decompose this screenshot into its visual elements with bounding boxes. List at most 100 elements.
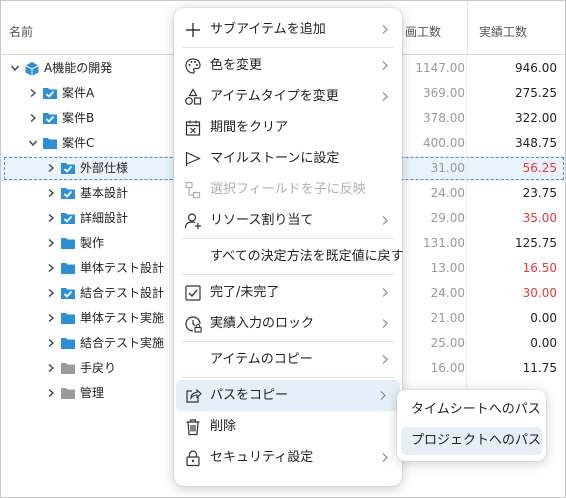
plan-hours-cell[interactable]: 131.00 <box>401 231 465 256</box>
actual-hours-cell[interactable]: 30.00 <box>469 281 557 306</box>
menu-item-assign-resource[interactable]: リソース割り当て <box>174 205 402 236</box>
expand-toggle-icon[interactable] <box>45 212 57 224</box>
menu-item-add-subitem[interactable]: サブアイテムを追加 <box>174 14 402 45</box>
menu-item-security-settings[interactable]: セキュリティ設定 <box>174 442 402 473</box>
row-label: 詳細設計 <box>80 211 129 225</box>
plan-hours-cell[interactable]: 378.00 <box>401 106 465 131</box>
column-header-actual[interactable]: 実績工数 <box>479 1 527 55</box>
actual-hours-cell[interactable]: 35.00 <box>469 206 557 231</box>
menu-item-copy-path[interactable]: パスをコピー <box>176 380 400 411</box>
plan-hours-cell[interactable]: 24.00 <box>401 181 465 206</box>
row-label: 案件B <box>62 111 95 125</box>
copy-path-submenu: タイムシートへのパス プロジェクトへのパス <box>397 390 546 461</box>
menu-item-lock-actual-input[interactable]: 実績入力のロック <box>174 308 402 339</box>
menu-separator <box>182 377 394 378</box>
plus-icon <box>184 21 202 39</box>
clock-lock-icon <box>184 315 202 333</box>
gray-folder-icon <box>60 361 76 375</box>
row-label: 単体テスト実施 <box>80 311 165 325</box>
menu-item-label: アイテムのコピー <box>210 352 313 367</box>
menu-item-copy-item[interactable]: アイテムのコピー <box>174 344 402 375</box>
actual-hours-cell[interactable]: 56.25 <box>469 156 557 181</box>
checked-folder-icon <box>60 161 76 175</box>
submenu-arrow-icon <box>380 215 390 226</box>
expand-toggle-icon[interactable] <box>27 87 39 99</box>
menu-item-label: 実績入力のロック <box>210 316 315 331</box>
expand-toggle-icon[interactable] <box>45 237 57 249</box>
submenu-item-project-path[interactable]: プロジェクトへのパス <box>401 427 542 455</box>
hierarchy-icon <box>184 181 202 199</box>
menu-item-label: 削除 <box>210 419 237 434</box>
cell-divider <box>466 181 467 206</box>
checked-folder-icon <box>60 211 76 225</box>
row-label: 結合テスト実施 <box>80 336 165 350</box>
add-person-icon <box>184 212 202 230</box>
cell-divider <box>466 231 467 256</box>
folder-icon <box>60 336 76 350</box>
cell-divider <box>466 131 467 156</box>
row-label: 案件C <box>62 136 95 150</box>
submenu-arrow-icon <box>380 354 390 365</box>
actual-hours-cell[interactable]: 125.75 <box>469 231 557 256</box>
row-label: 管理 <box>80 386 105 400</box>
actual-hours-cell[interactable]: 946.00 <box>469 56 557 81</box>
menu-item-label: パスをコピー <box>210 388 289 403</box>
submenu-arrow-icon <box>380 24 390 35</box>
expand-toggle-icon[interactable] <box>45 312 57 324</box>
flag-icon <box>184 150 202 168</box>
menu-item-set-milestone[interactable]: マイルストーンに設定 <box>174 143 402 174</box>
plan-hours-cell[interactable]: 29.00 <box>401 206 465 231</box>
column-header-name[interactable]: 名前 <box>9 1 33 55</box>
actual-hours-cell[interactable]: 0.00 <box>469 306 557 331</box>
plan-hours-cell[interactable]: 25.00 <box>401 331 465 356</box>
expand-toggle-icon[interactable] <box>45 362 57 374</box>
submenu-item-timesheet-path[interactable]: タイムシートへのパス <box>401 396 542 424</box>
row-label: 結合テスト設計 <box>80 286 165 300</box>
plan-hours-cell[interactable]: 16.00 <box>401 356 465 381</box>
submenu-arrow-icon <box>380 452 390 463</box>
column-divider[interactable] <box>467 1 468 55</box>
plan-hours-cell[interactable]: 400.00 <box>401 131 465 156</box>
column-header-plan[interactable]: 画工数 <box>405 1 465 55</box>
actual-hours-cell[interactable]: 322.00 <box>469 106 557 131</box>
plan-hours-cell[interactable]: 21.00 <box>401 306 465 331</box>
plan-hours-cell[interactable]: 13.00 <box>401 256 465 281</box>
menu-item-label: マイルストーンに設定 <box>210 151 340 166</box>
menu-item-change-item-type[interactable]: アイテムタイプを変更 <box>174 81 402 112</box>
menu-item-apply-field-to-children: 選択フィールドを子に反映 <box>174 174 402 205</box>
cell-divider <box>466 156 467 181</box>
menu-separator <box>182 238 394 239</box>
row-label: 案件A <box>62 86 95 100</box>
menu-item-clear-period[interactable]: 期間をクリア <box>174 112 402 143</box>
menu-item-change-color[interactable]: 色を変更 <box>174 50 402 81</box>
expand-toggle-icon[interactable] <box>45 337 57 349</box>
actual-hours-cell[interactable]: 11.75 <box>469 356 557 381</box>
expand-toggle-icon[interactable] <box>45 162 57 174</box>
actual-hours-cell[interactable]: 275.25 <box>469 81 557 106</box>
submenu-arrow-icon <box>380 318 390 329</box>
cell-divider <box>466 81 467 106</box>
menu-item-toggle-complete[interactable]: 完了/未完了 <box>174 277 402 308</box>
actual-hours-cell[interactable]: 23.75 <box>469 181 557 206</box>
menu-item-label: 色を変更 <box>210 58 263 73</box>
expand-toggle-icon[interactable] <box>45 187 57 199</box>
expand-toggle-icon[interactable] <box>27 112 39 124</box>
row-label: 手戻り <box>80 361 117 375</box>
actual-hours-cell[interactable]: 16.50 <box>469 256 557 281</box>
collapse-toggle-icon[interactable] <box>27 137 39 149</box>
menu-item-delete[interactable]: 削除 <box>174 411 402 442</box>
expand-toggle-icon[interactable] <box>45 387 57 399</box>
row-label: 基本設計 <box>80 186 129 200</box>
plan-hours-cell[interactable]: 369.00 <box>401 81 465 106</box>
plan-hours-cell[interactable]: 24.00 <box>401 281 465 306</box>
expand-toggle-icon[interactable] <box>45 287 57 299</box>
actual-hours-cell[interactable]: 348.75 <box>469 131 557 156</box>
expand-toggle-icon[interactable] <box>45 262 57 274</box>
actual-hours-cell[interactable]: 0.00 <box>469 331 557 356</box>
collapse-toggle-icon[interactable] <box>9 62 21 74</box>
plan-hours-cell[interactable]: 31.00 <box>401 156 465 181</box>
menu-item-label: すべての決定方法を既定値に戻す <box>210 249 404 264</box>
cell-divider <box>466 206 467 231</box>
plan-hours-cell[interactable]: 1147.00 <box>401 56 465 81</box>
menu-item-reset-determination[interactable]: すべての決定方法を既定値に戻す <box>174 241 404 272</box>
